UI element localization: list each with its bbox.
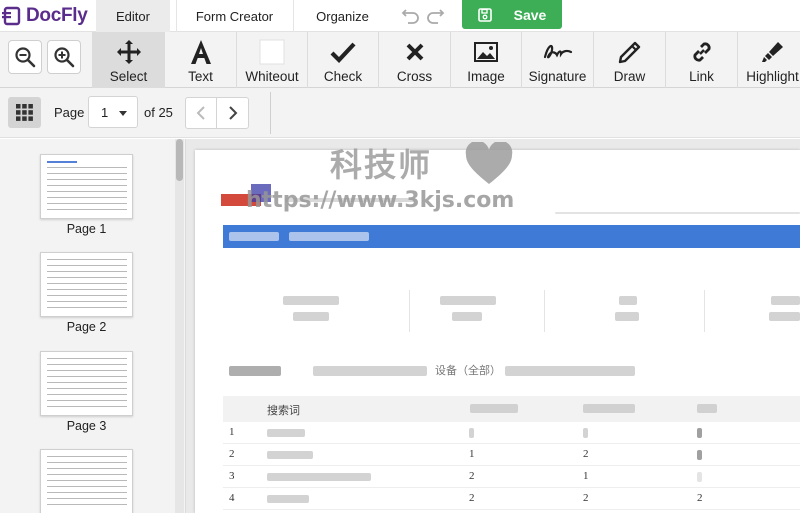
tab-form-creator[interactable]: Form Creator <box>176 0 292 32</box>
tool-whiteout[interactable]: Whiteout <box>236 32 307 88</box>
tool-text[interactable]: Text <box>164 32 236 88</box>
tool-label: Link <box>689 69 714 84</box>
toolbar-divider <box>270 92 271 134</box>
tool-select[interactable]: Select <box>92 32 164 88</box>
stat-card <box>545 290 705 332</box>
row-number: 3 <box>229 470 235 482</box>
tab-label: Editor <box>116 8 150 24</box>
tool-check[interactable]: Check <box>307 32 378 88</box>
save-label: Save <box>513 6 547 23</box>
tab-label: Form Creator <box>195 8 274 24</box>
grid-icon <box>16 104 33 121</box>
table-row: 3 2 1 <box>223 466 800 488</box>
tool-label: Highlight <box>746 69 799 84</box>
document-banner <box>223 225 800 248</box>
watermark-url: https://www.3kjs.com <box>246 188 515 213</box>
page-thumbnail-4[interactable] <box>40 449 133 513</box>
page-nav-arrows <box>185 97 249 129</box>
save-button[interactable]: Save <box>462 0 562 29</box>
stat-card <box>705 290 800 332</box>
thumbnail-label: Page 1 <box>66 222 107 236</box>
table-row: 1 <box>223 422 800 444</box>
signature-icon <box>543 36 573 68</box>
table-cell: 2 <box>697 492 703 504</box>
thumbnail-grid-button[interactable] <box>8 97 41 128</box>
stat-card <box>410 290 545 332</box>
app-name: DocFly <box>26 5 88 26</box>
undo-icon[interactable] <box>400 4 422 26</box>
total-pages-label: of 25 <box>144 105 173 120</box>
filter-text: 设备（全部） <box>435 365 501 377</box>
chevron-right-icon <box>228 106 237 120</box>
sidebar-scrollbar[interactable] <box>175 139 184 513</box>
tool-bar: Select Text Whiteout Check Cross Image S… <box>0 32 800 88</box>
table-cell: 1 <box>469 448 475 460</box>
floppy-disk-icon <box>477 7 492 22</box>
whiteout-box-icon <box>259 36 285 68</box>
tool-label: Draw <box>613 69 646 84</box>
tool-label: Image <box>467 69 505 84</box>
page-label: Page <box>54 105 85 120</box>
tool-cross[interactable]: Cross <box>378 32 450 88</box>
tool-image[interactable]: Image <box>450 32 521 88</box>
table-cell: 2 <box>583 448 589 460</box>
tool-link[interactable]: Link <box>665 32 737 88</box>
tool-label: Select <box>109 69 148 84</box>
tool-label: Cross <box>396 69 433 84</box>
page-nav-bar: Page 1 of 25 <box>0 88 800 138</box>
zoom-in-button[interactable] <box>47 40 81 74</box>
tab-organize[interactable]: Organize <box>293 0 391 32</box>
page-thumbnail-1[interactable] <box>40 154 133 219</box>
page-thumbnail-3[interactable] <box>40 351 133 416</box>
zoom-out-button[interactable] <box>8 40 42 74</box>
heart-icon <box>464 140 514 191</box>
top-bar: DocFly Editor Form Creator Organize Save <box>0 0 800 32</box>
tool-highlight[interactable]: Highlight <box>737 32 800 88</box>
tool-label: Whiteout <box>245 69 299 84</box>
caret-down-icon <box>119 111 127 116</box>
move-icon <box>116 36 142 68</box>
watermark-text: 科技师 <box>330 146 433 184</box>
chevron-left-icon <box>196 106 205 120</box>
cross-icon <box>405 36 425 68</box>
thumbnail-label: Page 3 <box>66 419 107 433</box>
tool-draw[interactable]: Draw <box>593 32 665 88</box>
text-a-icon <box>189 36 213 68</box>
link-icon <box>689 36 715 68</box>
table-row: 4 2 2 2 <box>223 488 800 510</box>
table-cell: 2 <box>469 470 475 482</box>
previous-page-button[interactable] <box>186 98 218 128</box>
row-number: 2 <box>229 448 235 460</box>
next-page-button[interactable] <box>217 98 248 128</box>
page-thumbnail-2[interactable] <box>40 252 133 317</box>
highlighter-icon <box>760 36 786 68</box>
row-number: 4 <box>229 492 235 504</box>
check-icon <box>330 36 356 68</box>
table-cell: 1 <box>583 470 589 482</box>
tool-label: Signature <box>528 69 587 84</box>
page-number-select[interactable]: 1 <box>88 96 138 128</box>
stat-card <box>225 290 410 332</box>
redo-icon[interactable] <box>424 4 446 26</box>
app-logo: DocFly <box>2 4 88 28</box>
thumbnail-label: Page 2 <box>66 320 107 334</box>
tool-label: Check <box>323 69 363 84</box>
current-page: 1 <box>101 104 109 120</box>
tab-editor[interactable]: Editor <box>96 0 170 32</box>
table-row: 2 1 2 <box>223 444 800 466</box>
tool-signature[interactable]: Signature <box>521 32 593 88</box>
zoom-in-icon <box>54 47 75 68</box>
pencil-icon <box>617 36 643 68</box>
row-number: 1 <box>229 426 235 438</box>
docfly-logo-icon <box>2 6 22 26</box>
scrollbar-thumb[interactable] <box>176 139 183 181</box>
tool-label: Text <box>188 69 213 84</box>
column-header: 搜索词 <box>267 405 300 417</box>
image-icon <box>474 36 498 68</box>
table-header: 搜索词 <box>223 396 800 422</box>
table-cell: 2 <box>583 492 589 504</box>
table-cell: 2 <box>469 492 475 504</box>
zoom-out-icon <box>15 47 36 68</box>
tab-label: Organize <box>316 8 369 24</box>
